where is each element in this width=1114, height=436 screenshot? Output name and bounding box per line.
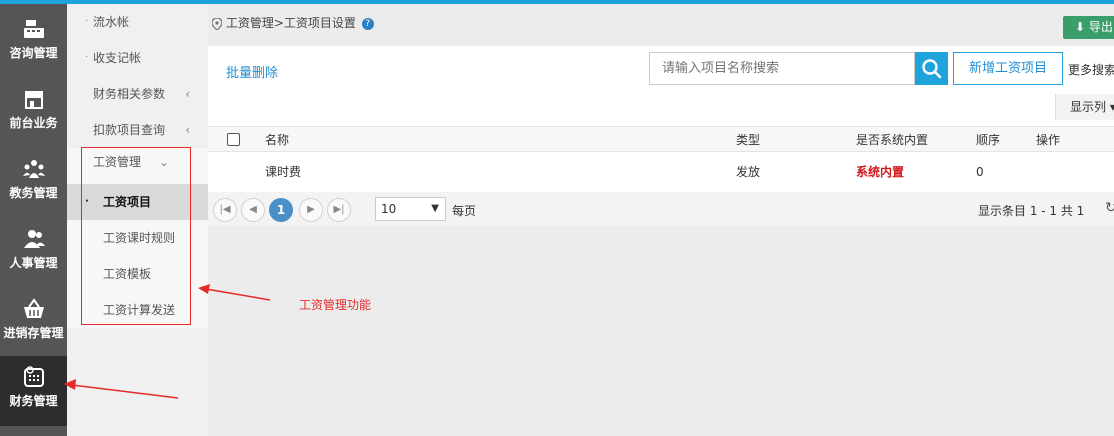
submenu-label: 财务相关参数 [93,87,166,101]
submenu-item-deduction-query[interactable]: 扣款项目查询 ‹ [67,112,208,148]
bullet-icon: · [85,16,89,27]
nav-label: 进销存管理 [3,326,64,340]
export-label: 导出 [1088,20,1113,34]
current-page-button[interactable]: 1 [269,198,293,222]
nav-label: 人事管理 [9,256,58,270]
nav-label: 教务管理 [9,186,58,200]
search-icon [922,59,942,79]
list-panel: 批量删除 新增工资项目 更多搜索 显示列 ▾ 名称 类型 是否系统内置 顺序 操… [208,46,1114,192]
breadcrumb: 工资管理>工资项目设置 ? [211,14,374,31]
annotation-label: 工资管理功能 [299,298,372,312]
show-columns-button[interactable]: 显示列 ▾ [1055,94,1114,120]
first-page-button[interactable]: |◀ [213,198,237,222]
chevron-left-icon: ‹ [185,87,190,101]
nav-item-hr[interactable]: 人事管理 [0,218,67,288]
submenu-item-bookkeeping[interactable]: · 收支记帐 [67,40,208,76]
page-size-value: 10 [381,202,397,216]
column-header-actions: 操作 [1036,133,1061,147]
cell-order: 0 [976,165,984,179]
submenu-label: 流水帐 [93,15,130,29]
search-box [649,52,915,85]
nav-label: 前台业务 [9,116,58,130]
next-page-button[interactable]: ▶ [299,198,323,222]
help-icon[interactable]: ? [361,17,374,30]
submenu-item-ledger[interactable]: · 流水帐 [67,4,208,40]
register-icon [23,20,44,38]
table-header: 名称 类型 是否系统内置 顺序 操作 [208,126,1114,152]
select-all-checkbox[interactable] [227,133,240,146]
cell-system-builtin: 系统内置 [856,165,905,179]
caret-down-icon: ▾ [1109,100,1114,114]
basket-icon [23,298,44,318]
cell-name: 课时费 [265,165,302,179]
pagination-info: 显示条目 1 - 1 共 1 [978,204,1085,218]
download-icon: ⬇ [1075,20,1086,34]
caret-down-icon: ▼ [431,203,439,214]
export-button[interactable]: ⬇ 导出 [1063,16,1114,39]
nav-item-academic[interactable]: 教务管理 [0,148,67,218]
column-header-system[interactable]: 是否系统内置 [856,127,928,153]
calculator-icon [23,366,44,387]
more-search-link[interactable]: 更多搜索 [1068,61,1114,78]
cell-type: 发放 [736,165,761,179]
submenu-item-finance-params[interactable]: 财务相关参数 ‹ [67,76,208,112]
search-input[interactable] [650,53,910,84]
batch-delete-link[interactable]: 批量删除 [226,62,278,81]
columns-label: 显示列 [1070,100,1107,114]
column-header-name[interactable]: 名称 [265,127,289,153]
main-nav-sidebar: 咨询管理 前台业务 教务管理 人事管理 进销存管理 财务管理 [0,4,67,436]
nav-label: 财务管理 [9,394,58,408]
submenu-label: 收支记帐 [93,51,142,65]
nav-item-finance[interactable]: 财务管理 [0,356,67,426]
breadcrumb-text: 工资管理>工资项目设置 [225,16,356,30]
chevron-left-icon: ‹ [185,123,190,137]
add-salary-item-button[interactable]: 新增工资项目 [953,52,1063,85]
nav-item-frontdesk[interactable]: 前台业务 [0,78,67,148]
nav-label: 咨询管理 [9,46,58,60]
nav-item-consult[interactable]: 咨询管理 [0,8,67,78]
per-page-label: 每页 [452,204,477,218]
pagination-bar: |◀ ◀ 1 ▶ ▶| 10 ▼ 每页 显示条目 1 - 1 共 1 ↻ [208,192,1114,226]
group-icon [22,160,45,178]
bullet-icon: · [85,52,89,63]
annotation-highlight-box [81,147,191,325]
storefront-icon [24,91,43,109]
page-size-select[interactable]: 10 ▼ [375,197,446,221]
location-pin-icon [211,16,223,31]
last-page-button[interactable]: ▶| [327,198,351,222]
users-icon [23,230,45,248]
nav-item-inventory[interactable]: 进销存管理 [0,288,67,358]
search-button[interactable] [915,52,948,85]
main-content: 工资管理>工资项目设置 ? ⬇ 导出 批量删除 新增工资项目 更多搜索 显示列 … [208,4,1114,436]
prev-page-button[interactable]: ◀ [241,198,265,222]
column-header-type[interactable]: 类型 [736,127,760,153]
refresh-icon[interactable]: ↻ [1105,200,1114,216]
submenu-label: 扣款项目查询 [93,123,166,137]
table-row[interactable]: 课时费 发放 系统内置 0 [208,152,1114,192]
column-header-order[interactable]: 顺序 [976,127,1000,153]
